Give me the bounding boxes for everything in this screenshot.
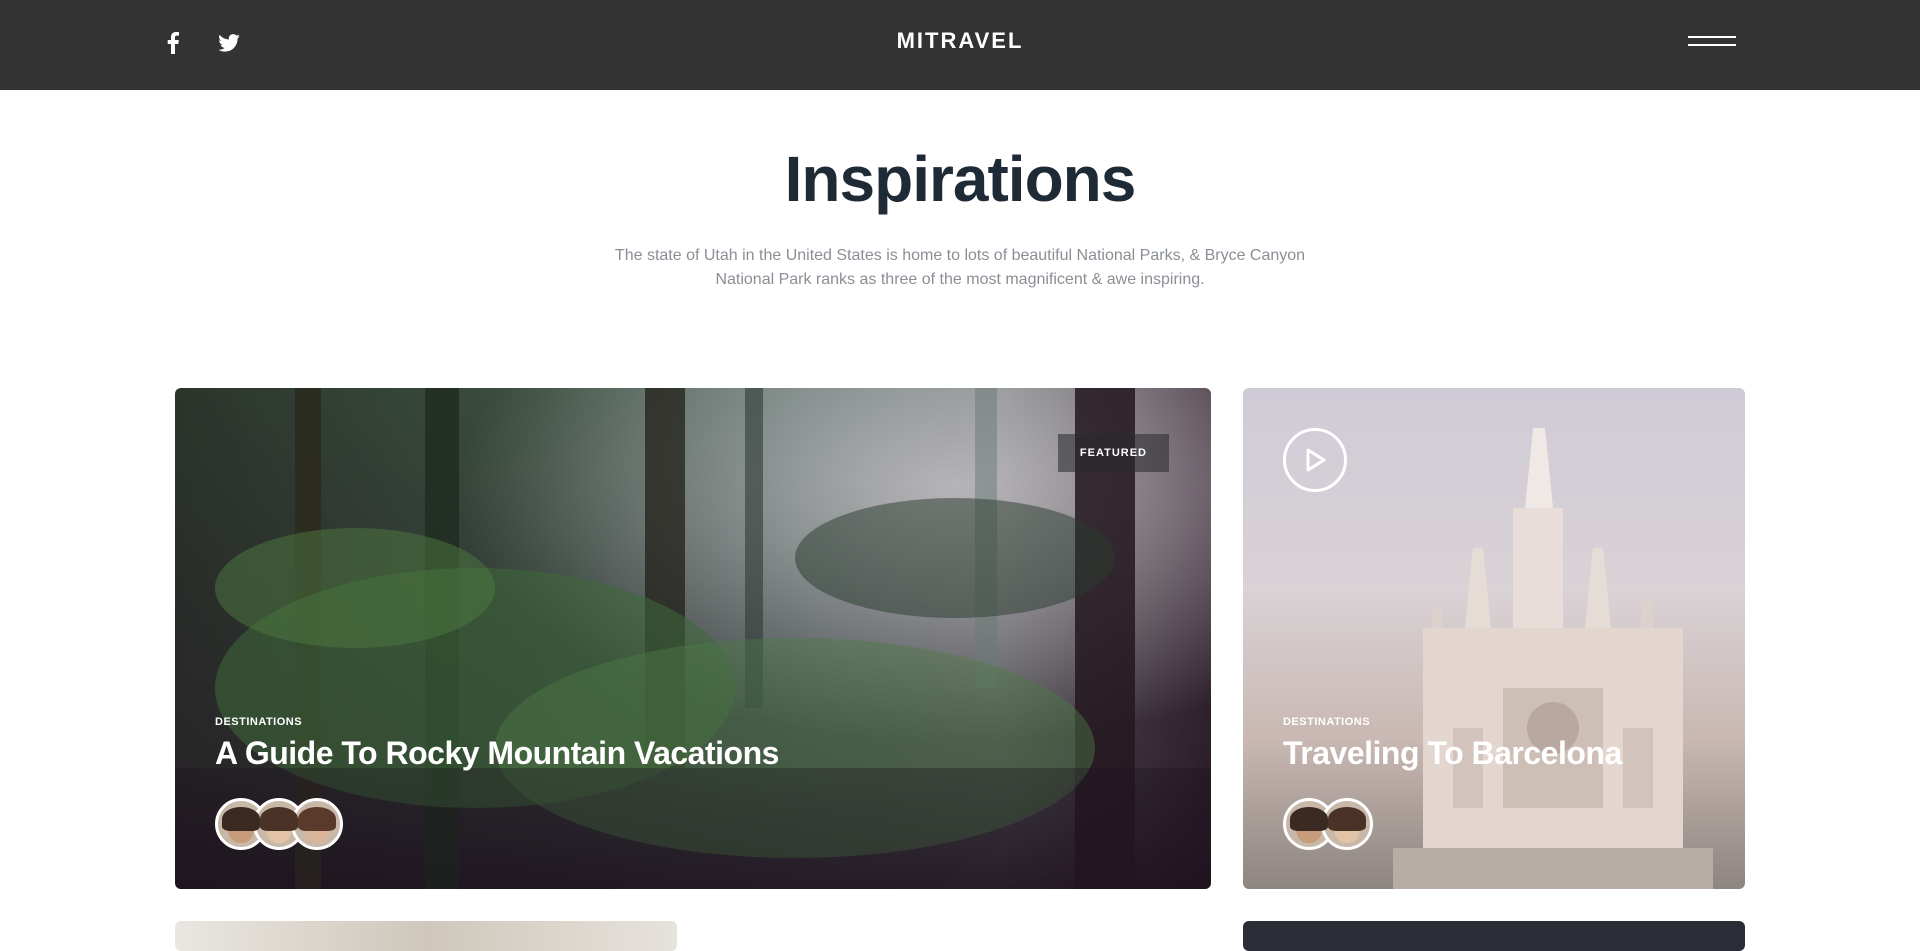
post-title[interactable]: A Guide To Rocky Mountain Vacations bbox=[215, 728, 779, 778]
avatar[interactable] bbox=[1321, 798, 1373, 850]
hamburger-menu-icon[interactable] bbox=[1688, 36, 1738, 52]
post-card-partial[interactable] bbox=[1243, 921, 1745, 951]
cathedral-image bbox=[1393, 428, 1713, 889]
featured-post-card[interactable]: FEATURED DESTINATIONS A Guide To Rocky M… bbox=[175, 388, 1211, 889]
site-logo[interactable]: MITRAVEL bbox=[0, 28, 1920, 54]
post-category[interactable]: DESTINATIONS bbox=[215, 716, 302, 728]
post-card-partial[interactable] bbox=[175, 921, 677, 951]
author-avatars bbox=[1283, 798, 1373, 850]
author-avatars bbox=[215, 798, 343, 850]
video-post-card[interactable]: DESTINATIONS Traveling To Barcelona bbox=[1243, 388, 1745, 889]
post-category[interactable]: DESTINATIONS bbox=[1283, 716, 1370, 728]
play-icon[interactable] bbox=[1283, 428, 1347, 492]
page-title: Inspirations bbox=[784, 143, 1137, 215]
post-title[interactable]: Traveling To Barcelona bbox=[1283, 728, 1622, 778]
avatar[interactable] bbox=[291, 798, 343, 850]
page-subtitle: The state of Utah in the United States i… bbox=[614, 247, 1306, 288]
site-header: MITRAVEL bbox=[0, 0, 1920, 90]
featured-badge: FEATURED bbox=[1057, 434, 1169, 472]
